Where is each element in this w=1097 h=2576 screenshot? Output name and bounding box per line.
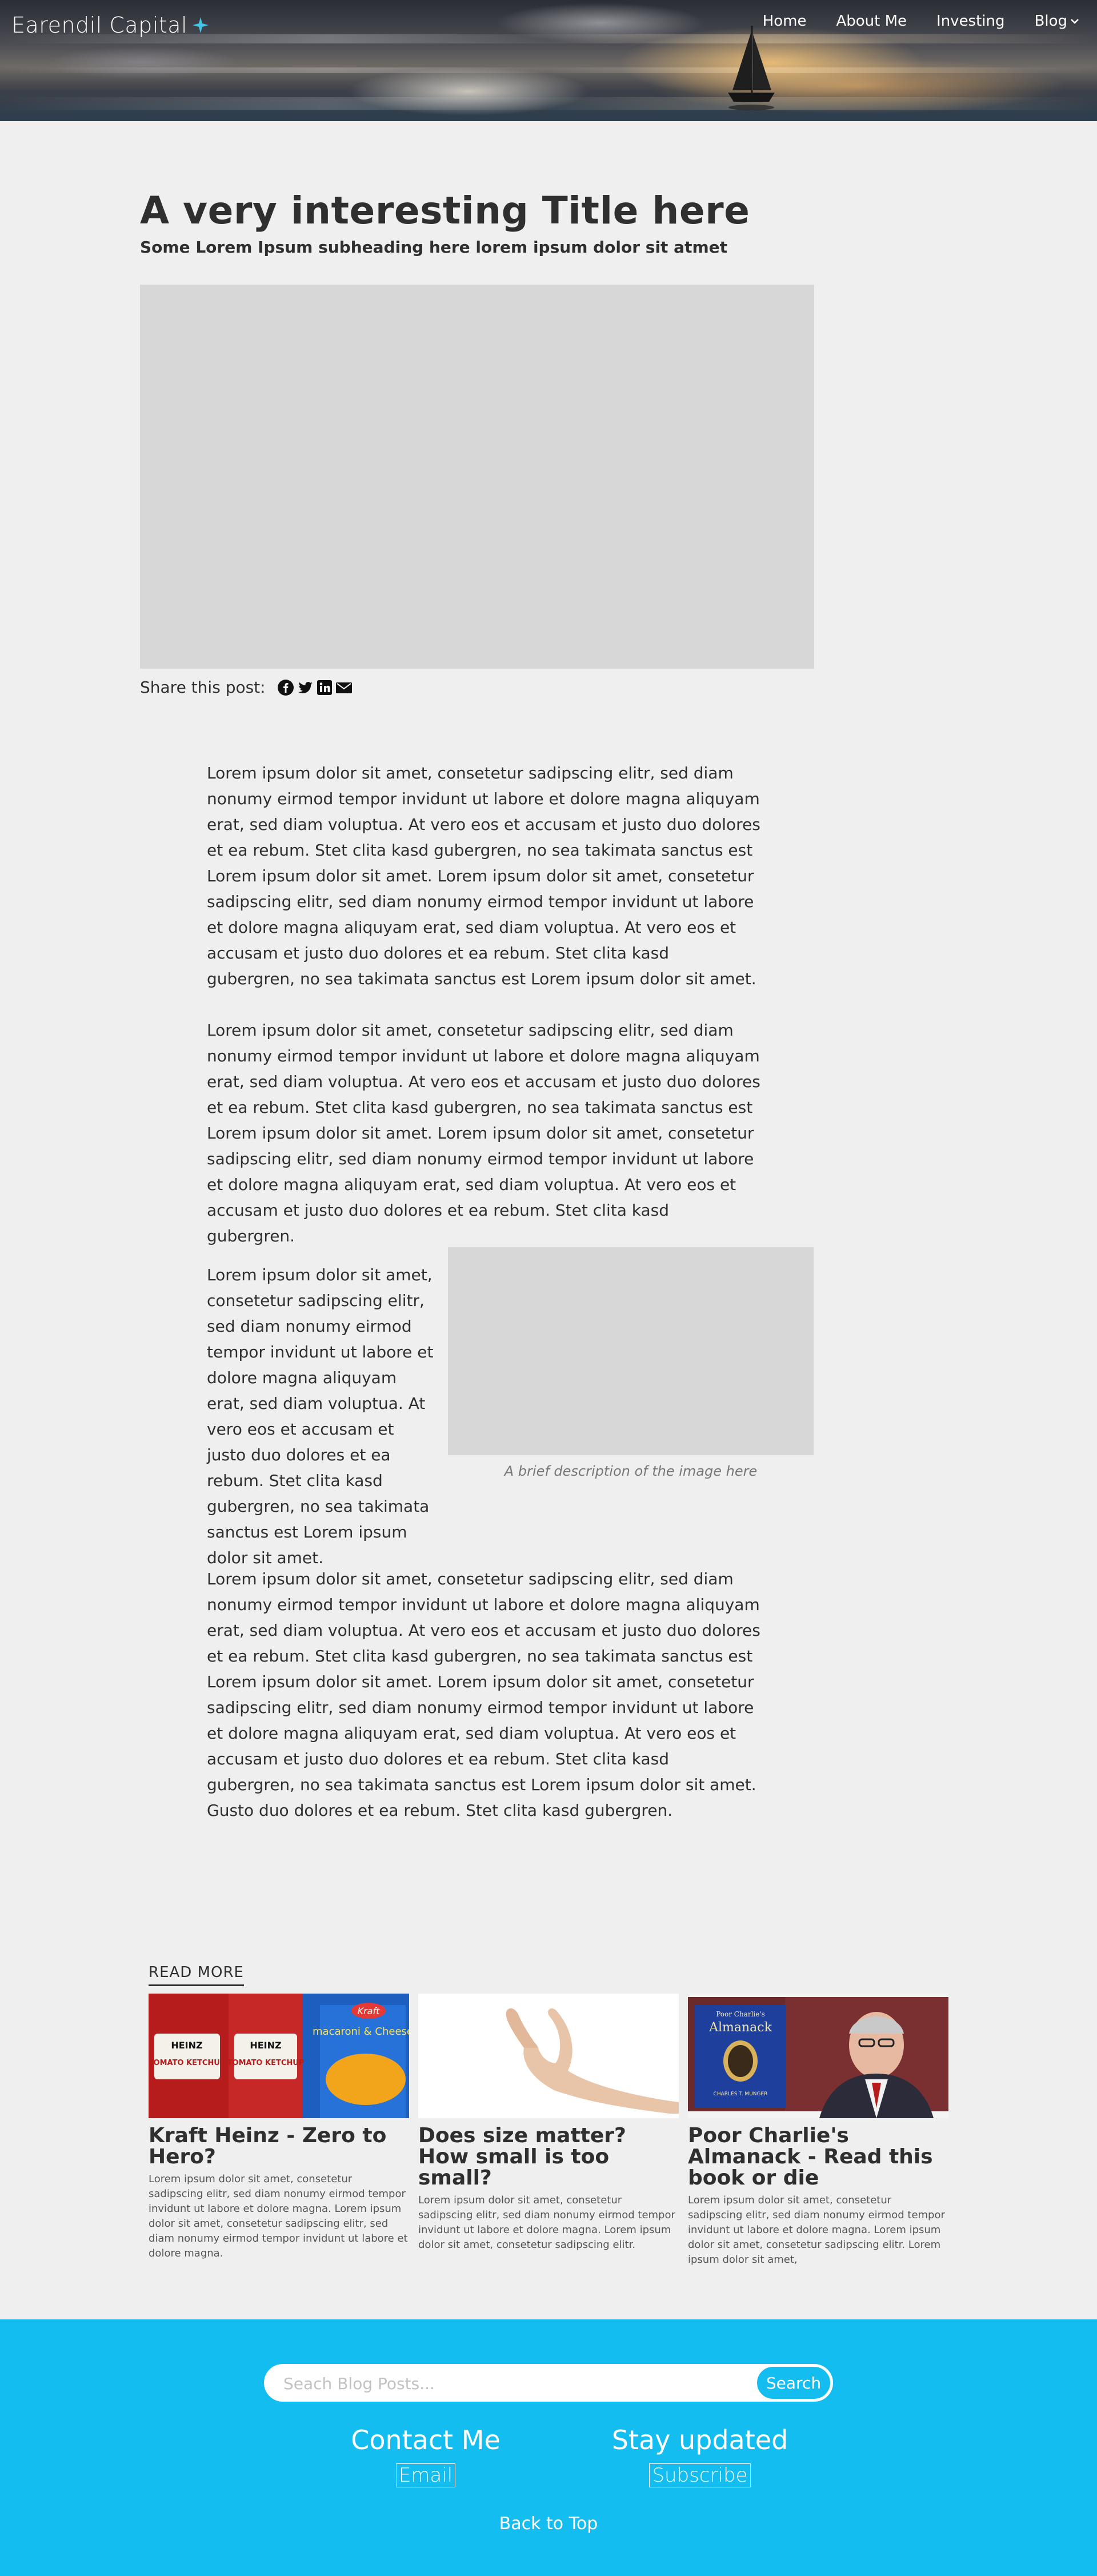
related-post-card[interactable]: HEINZ TOMATO KETCHUP HEINZ TOMATO KETCHU… bbox=[149, 1994, 409, 2261]
related-post-card[interactable]: Does size matter? How small is too small… bbox=[418, 1994, 679, 2252]
blog-search-bar: Search bbox=[264, 2364, 833, 2402]
share-bar: Share this post: bbox=[140, 678, 353, 697]
subscribe-section: Stay updated Subscribe bbox=[606, 2425, 794, 2487]
updates-heading: Stay updated bbox=[611, 2425, 788, 2455]
share-icons bbox=[277, 679, 353, 696]
email-link[interactable]: Email bbox=[395, 2463, 456, 2487]
article-hero-image-placeholder bbox=[140, 285, 814, 669]
article-paragraph: Lorem ipsum dolor sit amet, consetetur s… bbox=[207, 1265, 434, 1567]
article-inline-image-placeholder bbox=[448, 1247, 814, 1455]
facebook-icon[interactable] bbox=[277, 679, 294, 696]
sailboat-silhouette bbox=[728, 26, 775, 110]
nav-item-blog[interactable]: Blog bbox=[1035, 13, 1080, 30]
share-label: Share this post: bbox=[140, 678, 266, 697]
post-excerpt: Lorem ipsum dolor sit amet, consetetur s… bbox=[418, 2194, 675, 2251]
article-paragraph: Lorem ipsum dolor sit amet, consetetur s… bbox=[207, 1569, 760, 1820]
book-cover-text: CHARLES T. MUNGER bbox=[714, 2091, 768, 2097]
footer: Search Contact Me Email Stay updated Sub… bbox=[0, 2319, 1097, 2576]
nav-label: Home bbox=[762, 13, 807, 30]
article-title: A very interesting Title here bbox=[140, 189, 750, 233]
post-title[interactable]: Does size matter? How small is too small… bbox=[418, 2125, 679, 2188]
article-paragraph: Lorem ipsum dolor sit amet, consetetur s… bbox=[207, 1021, 760, 1245]
image-caption: A brief description of the image here bbox=[504, 1463, 758, 1479]
search-input[interactable] bbox=[282, 2370, 730, 2397]
twitter-icon[interactable] bbox=[297, 679, 314, 696]
nav-item-investing[interactable]: Investing bbox=[936, 13, 1004, 30]
contact-heading: Contact Me bbox=[351, 2425, 501, 2455]
chevron-down-icon bbox=[1071, 19, 1079, 24]
water-reflection-band bbox=[0, 97, 1097, 110]
post-title[interactable]: Kraft Heinz - Zero to Hero? bbox=[149, 2125, 409, 2167]
sky-cloud-band bbox=[0, 67, 1097, 73]
article-subtitle: Some Lorem Ipsum subheading here lorem i… bbox=[140, 238, 728, 257]
book-cover-text: Almanack bbox=[708, 2020, 772, 2035]
brand-logo[interactable]: Earendil Capital bbox=[11, 13, 209, 38]
post-thumbnail bbox=[418, 1994, 679, 2118]
post-excerpt: Lorem ipsum dolor sit amet, consetetur s… bbox=[149, 2173, 408, 2259]
nav-label: Blog bbox=[1034, 13, 1067, 30]
header-hero-banner: Earendil Capital Home About Me Investing… bbox=[0, 0, 1097, 121]
product-label-text: HEINZ bbox=[250, 2040, 281, 2051]
search-button[interactable]: Search bbox=[755, 2365, 832, 2401]
product-label-text: Kraft bbox=[358, 2006, 381, 2016]
product-label-text: TOMATO KETCHUP bbox=[149, 2059, 225, 2067]
post-thumbnail: Poor Charlie's Almanack CHARLES T. MUNGE… bbox=[688, 1994, 948, 2118]
mail-icon[interactable] bbox=[335, 679, 353, 696]
product-label-text: macaroni & Cheese bbox=[313, 2026, 409, 2038]
main-nav: Home About Me Investing Blog bbox=[763, 13, 1080, 30]
nav-item-home[interactable]: Home bbox=[763, 13, 807, 30]
nav-label: Investing bbox=[936, 13, 1005, 30]
read-more-heading: READ MORE bbox=[149, 1964, 244, 1986]
book-cover-text: Poor Charlie's bbox=[716, 2010, 765, 2018]
post-thumbnail: HEINZ TOMATO KETCHUP HEINZ TOMATO KETCHU… bbox=[149, 1994, 409, 2118]
related-post-card[interactable]: Poor Charlie's Almanack CHARLES T. MUNGE… bbox=[688, 1994, 948, 2267]
linkedin-icon[interactable] bbox=[316, 679, 333, 696]
sparkle-star-icon bbox=[193, 17, 209, 33]
nav-label: About Me bbox=[836, 13, 907, 30]
nav-item-about-me[interactable]: About Me bbox=[836, 13, 907, 30]
subscribe-link[interactable]: Subscribe bbox=[649, 2463, 751, 2487]
brand-name: Earendil Capital bbox=[11, 13, 188, 38]
product-label-text: HEINZ bbox=[171, 2040, 202, 2051]
article-paragraph: Lorem ipsum dolor sit amet, consetetur s… bbox=[207, 764, 760, 988]
back-to-top-link[interactable]: Back to Top bbox=[0, 2514, 1097, 2534]
product-label-text: TOMATO KETCHUP bbox=[227, 2059, 305, 2067]
post-excerpt: Lorem ipsum dolor sit amet, consetetur s… bbox=[688, 2194, 945, 2266]
post-title[interactable]: Poor Charlie's Almanack - Read this book… bbox=[688, 2125, 948, 2188]
contact-section: Contact Me Email bbox=[343, 2425, 509, 2487]
